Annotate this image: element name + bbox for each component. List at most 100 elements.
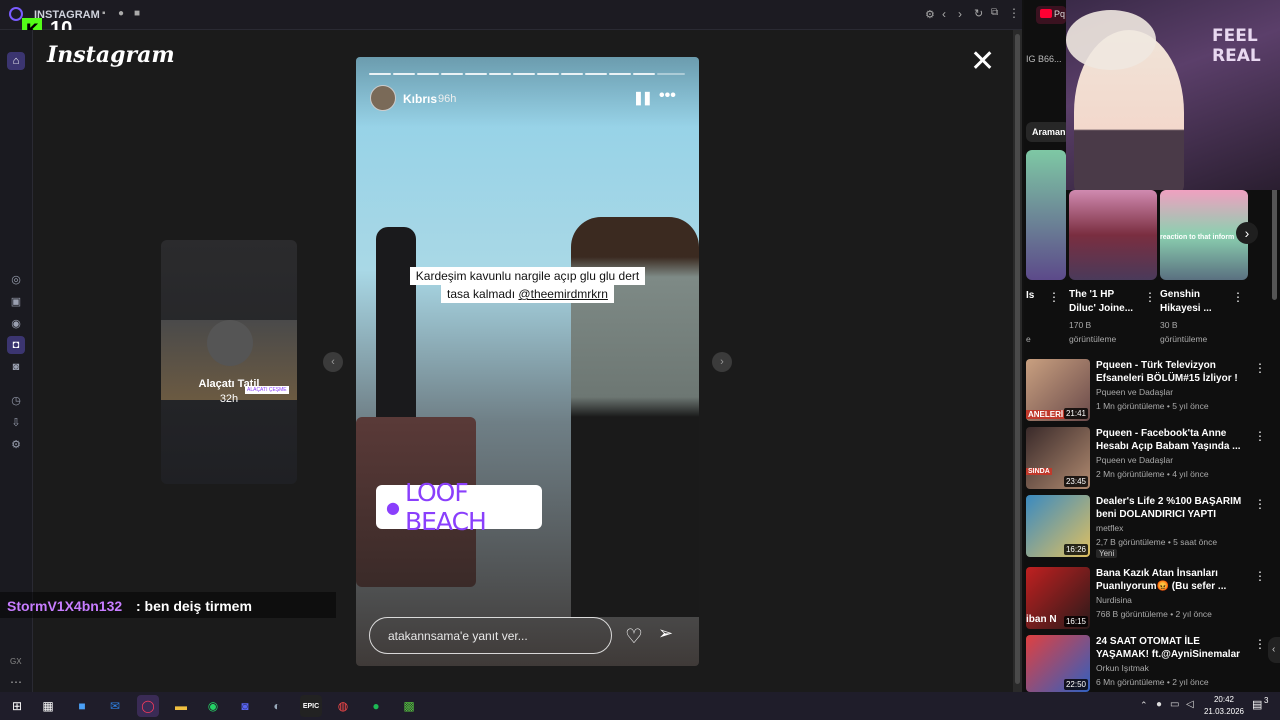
minecraft-icon[interactable]: ▩ xyxy=(398,695,420,717)
short-more-icon[interactable]: ⋮ xyxy=(1232,290,1244,304)
clock-date[interactable]: 21.03.2026 xyxy=(1202,707,1246,716)
scrollbar-thumb[interactable] xyxy=(1015,34,1020,684)
whatsapp-icon[interactable]: ◉ xyxy=(7,314,25,332)
short-thumb[interactable] xyxy=(1069,190,1157,280)
video-thumb[interactable]: iban N 16:15 xyxy=(1026,567,1090,629)
steam-icon[interactable]: ◐ xyxy=(266,695,288,717)
pause-icon[interactable]: ❚❚ xyxy=(633,90,653,106)
video-title[interactable]: 24 SAAT OTOMAT İLE YAŞAMAK! ft.@AyniSine… xyxy=(1096,635,1244,661)
prev-arrow-icon[interactable]: ‹ xyxy=(323,352,343,372)
back-icon[interactable]: ‹ xyxy=(942,7,946,21)
short-thumb-text: reaction to that inform xyxy=(1160,234,1235,241)
search-chip[interactable]: Araman xyxy=(1026,122,1070,142)
video-thumb[interactable]: 22:50 xyxy=(1026,635,1090,692)
location-pin-icon: ● xyxy=(386,497,400,517)
reload-icon[interactable]: ↻ xyxy=(974,7,983,20)
channel-name[interactable]: Pqueen ve Dadaşlar xyxy=(1096,387,1173,397)
short-title[interactable]: Genshin Hikayesi ... xyxy=(1160,288,1234,316)
video-thumb[interactable]: 16:26 xyxy=(1026,495,1090,557)
tray-chevron-icon[interactable]: ⌃ xyxy=(1140,700,1148,711)
folder-icon[interactable]: ▬ xyxy=(170,695,192,717)
task-view-icon[interactable]: ▦ xyxy=(37,695,59,717)
list-item[interactable]: 22:50 24 SAAT OTOMAT İLE YAŞAMAK! ft.@Ay… xyxy=(1026,635,1266,697)
twitch-icon[interactable]: ▣ xyxy=(7,292,25,310)
mic-icon[interactable]: ● xyxy=(118,8,124,19)
video-thumb[interactable]: SINDA 23:45 xyxy=(1026,427,1090,489)
camera-icon[interactable]: ■ xyxy=(134,8,140,19)
progress-segment xyxy=(537,73,559,75)
volume-icon[interactable]: ◁ xyxy=(1186,699,1194,710)
list-item[interactable]: ANELERİ 21:41 Pqueen - Türk Televizyon E… xyxy=(1026,359,1266,421)
short-more-icon[interactable]: ⋮ xyxy=(1144,290,1156,304)
forward-icon[interactable]: › xyxy=(958,7,962,21)
settings-icon[interactable]: ⚙ xyxy=(925,8,935,21)
mail-icon[interactable]: ✉ xyxy=(104,695,126,717)
channel-name[interactable]: Orkun Işıtmak xyxy=(1096,663,1149,673)
network-icon[interactable]: ▭ xyxy=(1170,699,1179,710)
close-icon[interactable]: ✕ xyxy=(970,47,995,77)
app-icon[interactable]: ◍ xyxy=(332,695,354,717)
duration: 22:50 xyxy=(1063,679,1088,690)
progress-segment xyxy=(441,73,463,75)
send-icon[interactable]: ➢ xyxy=(658,623,673,644)
video-more-icon[interactable]: ⋮ xyxy=(1254,497,1266,511)
store-icon[interactable]: ■ xyxy=(71,695,93,717)
short-thumb[interactable]: reaction to that inform xyxy=(1160,190,1248,280)
short-more-icon[interactable]: ⋮ xyxy=(1048,290,1060,304)
notification-icon[interactable]: ▤ xyxy=(1252,698,1262,711)
progress-segment xyxy=(633,73,655,75)
short-title[interactable]: Is xyxy=(1026,290,1046,301)
instagram-logo[interactable]: Instagram xyxy=(47,42,175,68)
video-more-icon[interactable]: ⋮ xyxy=(1254,361,1266,375)
side-toggle-icon[interactable]: ‹ xyxy=(1268,637,1280,663)
list-item[interactable]: 16:26 Dealer's Life 2 %100 BAŞARIM beni … xyxy=(1026,495,1266,558)
mention-link[interactable]: @theemirdmrkrn xyxy=(518,287,608,301)
opera-logo-icon[interactable] xyxy=(9,7,23,21)
messenger-icon[interactable]: ◎ xyxy=(7,270,25,288)
channel-name[interactable]: Pqueen ve Dadaşlar xyxy=(1096,455,1173,465)
home-icon[interactable]: ⌂ xyxy=(7,52,25,70)
short-title[interactable]: The '1 HP Diluc' Joine... xyxy=(1069,288,1143,316)
download-icon[interactable]: ⇩ xyxy=(7,413,25,431)
avatar[interactable] xyxy=(370,85,396,111)
video-title[interactable]: Dealer's Life 2 %100 BAŞARIM beni DOLAND… xyxy=(1096,495,1244,521)
more-icon[interactable]: ⋮ xyxy=(1008,6,1020,20)
next-arrow-icon[interactable]: › xyxy=(712,352,732,372)
list-item[interactable]: SINDA 23:45 Pqueen - Facebook'ta Anne He… xyxy=(1026,427,1266,489)
video-title[interactable]: Bana Kazık Atan İnsanları Puanlıyorum😡 (… xyxy=(1096,567,1244,593)
video-thumb[interactable]: ANELERİ 21:41 xyxy=(1026,359,1090,421)
more-options-icon[interactable]: ••• xyxy=(659,87,676,105)
video-title[interactable]: Pqueen - Facebook'ta Anne Hesabı Açıp Ba… xyxy=(1096,427,1244,453)
sidebar-more-icon[interactable]: ⋯ xyxy=(10,675,22,689)
whatsapp-icon[interactable]: ◉ xyxy=(202,695,224,717)
prev-story-card[interactable]: Alaçatı Tatil ALAÇATI ÇEŞME 32h xyxy=(161,240,297,484)
chat-message: : ben deiş tirmem xyxy=(136,598,252,614)
video-more-icon[interactable]: ⋮ xyxy=(1254,429,1266,443)
discord-icon[interactable]: ◙ xyxy=(234,695,256,717)
opera-gx-icon[interactable]: ◯ xyxy=(137,695,159,717)
history-icon[interactable]: ◷ xyxy=(7,391,25,409)
instagram-icon[interactable]: ◘ xyxy=(7,336,25,354)
tab-overview-icon[interactable]: ⧉ xyxy=(991,7,998,18)
windows-start-icon[interactable]: ⊞ xyxy=(6,695,28,717)
spotify-icon[interactable]: ● xyxy=(365,695,387,717)
scrollbar[interactable] xyxy=(1013,30,1022,692)
epic-games-icon[interactable]: EPIC xyxy=(300,695,322,717)
heart-icon[interactable]: ♡ xyxy=(625,624,643,649)
settings-icon[interactable]: ⚙ xyxy=(7,435,25,453)
story-username[interactable]: Kıbrıs xyxy=(403,92,437,106)
location-sticker[interactable]: ● LOOF BEACH xyxy=(376,478,542,536)
clock-time[interactable]: 20:42 xyxy=(1202,695,1246,704)
list-item[interactable]: iban N 16:15 Bana Kazık Atan İnsanları P… xyxy=(1026,567,1266,629)
channel-name[interactable]: Nurdisina xyxy=(1096,595,1132,605)
discord-icon[interactable]: ◙ xyxy=(7,358,25,376)
reply-input[interactable]: atakannsama'e yanıt ver... xyxy=(369,617,612,654)
short-thumb[interactable] xyxy=(1026,150,1066,280)
video-title[interactable]: Pqueen - Türk Televizyon Efsaneleri BÖLÜ… xyxy=(1096,359,1244,385)
video-more-icon[interactable]: ⋮ xyxy=(1254,637,1266,651)
channel-name[interactable]: metflex xyxy=(1096,523,1123,533)
story-card[interactable]: Kıbrıs 96h ❚❚ ••• Kardeşim kavunlu nargi… xyxy=(356,57,699,666)
video-more-icon[interactable]: ⋮ xyxy=(1254,569,1266,583)
shorts-next-icon[interactable]: › xyxy=(1236,222,1258,244)
tray-mic-icon[interactable]: ● xyxy=(1156,699,1162,710)
